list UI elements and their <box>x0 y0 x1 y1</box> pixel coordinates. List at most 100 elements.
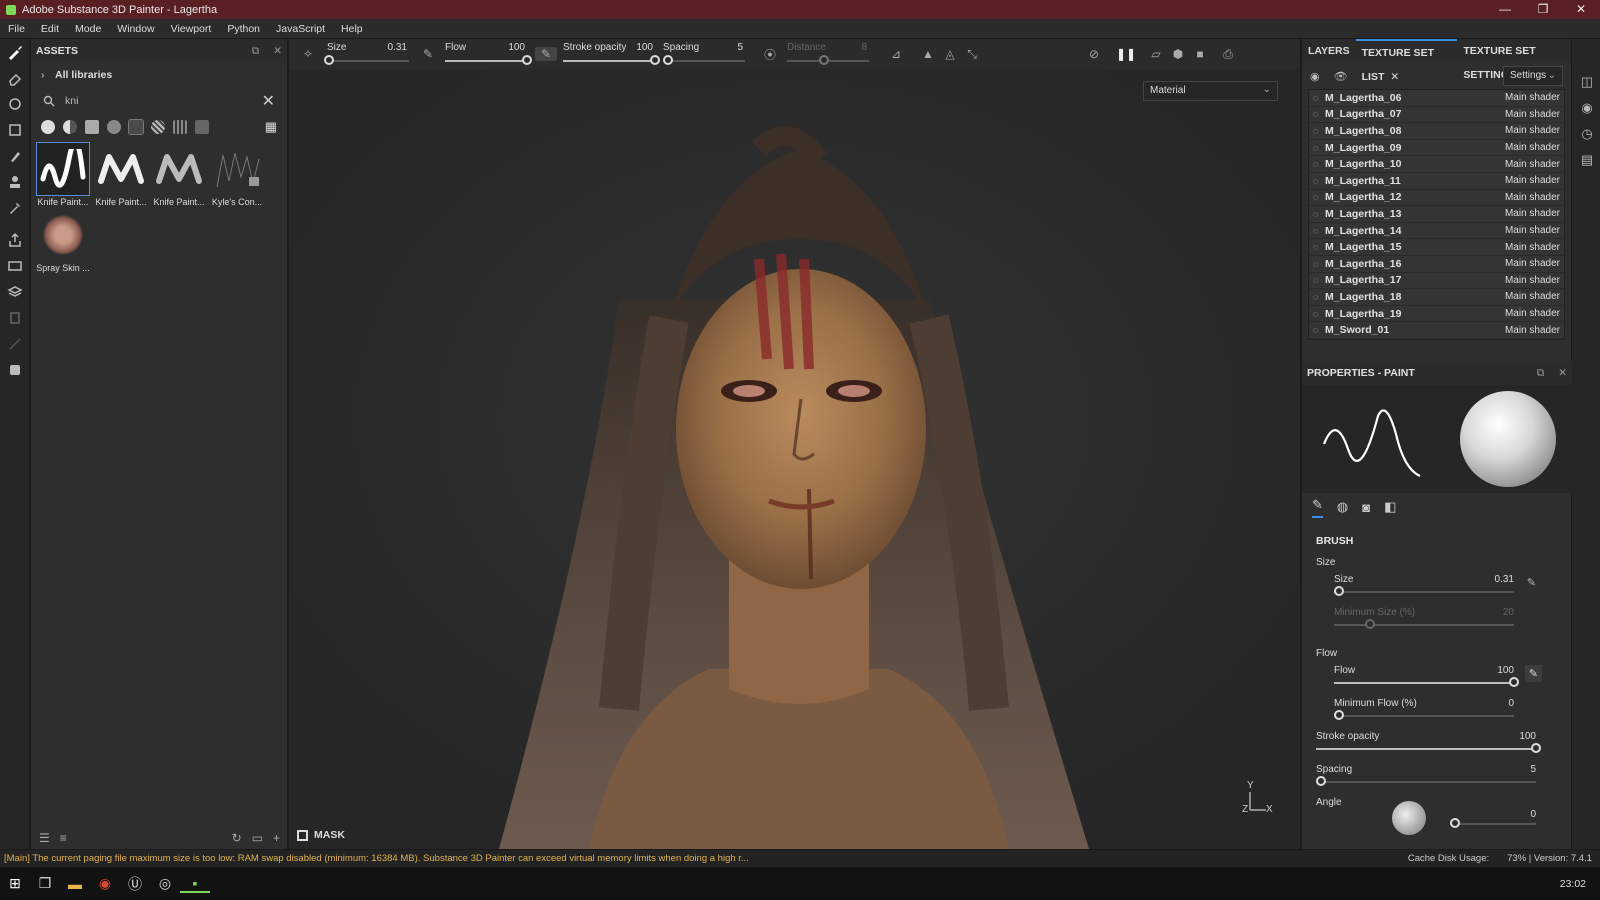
texture-set-row[interactable]: ◌ M_Lagertha_10 Main shader <box>1309 156 1564 173</box>
texture-set-row[interactable]: ◌ M_Lagertha_08 Main shader <box>1309 123 1564 140</box>
menu-viewport[interactable]: Viewport <box>163 23 220 35</box>
texture-set-row[interactable]: ◌ M_Lagertha_14 Main shader <box>1309 222 1564 240</box>
color-picker-tool-icon[interactable] <box>0 195 30 221</box>
visibility-eye-icon[interactable]: ◌ <box>1313 93 1325 103</box>
texture-set-row[interactable]: ◌ M_Lagertha_06 Main shader <box>1309 90 1564 107</box>
log-icon[interactable]: ▤ <box>1572 147 1600 173</box>
asset-thumb[interactable]: Kyle's Con... <box>209 143 265 207</box>
angle-icon[interactable]: ⊿ <box>885 47 907 61</box>
menu-javascript[interactable]: JavaScript <box>268 23 333 35</box>
smart-material-filter-icon[interactable] <box>63 120 77 134</box>
stroke-opacity-slider[interactable]: Stroke opacity 100 <box>563 39 660 69</box>
distance-slider[interactable]: Distance 8 <box>787 39 869 69</box>
visibility-eye-icon[interactable]: ◌ <box>1313 126 1325 136</box>
texture-set-shader[interactable]: Main shader <box>1505 225 1560 236</box>
brush-tab-icon[interactable]: ✎ <box>1312 497 1323 518</box>
texture-set-shader[interactable]: Main shader <box>1505 208 1560 219</box>
texture-set-row[interactable]: ◌ M_Lagertha_13 Main shader <box>1309 206 1564 223</box>
visibility-eye-icon[interactable]: ◌ <box>1313 209 1325 219</box>
menu-file[interactable]: File <box>0 23 33 35</box>
texture-set-row[interactable]: ◌ M_Lagertha_15 Main shader <box>1309 239 1564 256</box>
menu-window[interactable]: Window <box>109 23 162 35</box>
texture-set-row[interactable]: ◌ M_Lagertha_09 Main shader <box>1309 139 1564 157</box>
smart-mask-filter-icon[interactable] <box>85 120 99 134</box>
texture-set-shader[interactable]: Main shader <box>1505 159 1560 170</box>
alpha-tab-icon[interactable]: ◍ <box>1337 499 1348 515</box>
asset-thumb[interactable]: Knife Paint... <box>151 143 207 207</box>
asset-thumb[interactable]: Knife Paint... <box>93 143 149 207</box>
visibility-eye-icon[interactable]: ◌ <box>1313 192 1325 202</box>
visibility-eye-icon[interactable]: ◌ <box>1313 292 1325 302</box>
viewport-3d[interactable]: Material ⌄ MASK Y Z X <box>289 69 1300 849</box>
texture-set-shader[interactable]: Main shader <box>1505 175 1560 186</box>
asset-search-input[interactable]: kni ✕ <box>37 91 281 111</box>
flow-slider[interactable]: Flow 100 <box>445 39 532 69</box>
minimum-flow-slider[interactable]: Minimum Flow (%) 0 <box>1334 698 1514 731</box>
menu-edit[interactable]: Edit <box>33 23 67 35</box>
texture-set-shader[interactable]: Main shader <box>1505 192 1560 203</box>
eye-icon[interactable]: 👁 <box>1334 70 1348 83</box>
texture-set-icon[interactable]: ◫ <box>1572 69 1600 95</box>
menu-python[interactable]: Python <box>219 23 268 35</box>
unreal-icon[interactable]: Ⓤ <box>120 874 150 894</box>
texture-set-row[interactable]: ◌ M_Lagertha_17 Main shader <box>1309 272 1564 290</box>
close-panel-icon[interactable]: ✕ <box>1558 367 1567 380</box>
angle-dial[interactable] <box>1392 801 1426 835</box>
angle-knob[interactable] <box>1450 818 1460 828</box>
smudge-tool-icon[interactable] <box>0 143 30 169</box>
close-button[interactable]: ✕ <box>1562 0 1600 19</box>
add-icon[interactable]: + <box>273 831 280 845</box>
substance-painter-icon[interactable]: ▪ <box>180 875 210 893</box>
brush-filter-icon[interactable] <box>128 119 144 135</box>
visibility-eye-icon[interactable]: ◌ <box>1313 259 1325 269</box>
material-tab-icon[interactable]: ◧ <box>1384 499 1396 515</box>
visibility-eye-icon[interactable]: ◌ <box>1313 309 1325 319</box>
display-settings-icon[interactable] <box>0 305 30 331</box>
texture-filter-icon[interactable] <box>173 120 187 134</box>
tab-layers[interactable]: LAYERS <box>1302 39 1356 63</box>
flow-pressure-icon[interactable]: ✎ <box>535 47 557 61</box>
visibility-eye-icon[interactable]: ◌ <box>1313 325 1325 335</box>
visibility-eye-icon[interactable]: ◌ <box>1313 109 1325 119</box>
undock-icon[interactable]: ⧉ <box>1537 367 1545 380</box>
file-explorer-icon[interactable]: ▬ <box>60 876 90 892</box>
undock-icon[interactable]: ⧉ <box>252 45 260 58</box>
brush-spacing-slider[interactable]: Spacing 5 <box>1316 764 1536 797</box>
transform-gizmo-icon[interactable]: ⤡ <box>961 47 983 62</box>
polygon-fill-tool-icon[interactable] <box>0 117 30 143</box>
lazy-mouse-icon[interactable]: ⦿ <box>759 46 781 63</box>
texture-set-shader[interactable]: Main shader <box>1505 325 1560 336</box>
visibility-eye-icon[interactable]: ◌ <box>1313 159 1325 169</box>
texture-set-row[interactable]: ◌ M_Sword_01 Main shader <box>1309 322 1564 339</box>
filter-effect-icon[interactable] <box>107 120 121 134</box>
clone-tool-icon[interactable] <box>0 169 30 195</box>
texture-set-shader[interactable]: Main shader <box>1505 125 1560 136</box>
tab-texture-set-settings[interactable]: TEXTURE SET SETTINGS <box>1457 39 1571 81</box>
hide-icon[interactable]: ⊘ <box>1083 47 1105 61</box>
brush-angle-control[interactable]: Angle 0 <box>1316 797 1536 837</box>
3d-view-icon[interactable]: ⬢ <box>1167 47 1189 61</box>
asset-thumb[interactable]: Knife Paint... <box>35 142 91 207</box>
display-settings-icon[interactable]: ◉ <box>1572 95 1600 121</box>
history-icon[interactable]: ◷ <box>1572 121 1600 147</box>
settings-dropdown[interactable]: Settings ⌄ <box>1503 66 1563 86</box>
filter-list-icon[interactable]: ≡ <box>60 831 67 845</box>
visibility-eye-icon[interactable]: ◌ <box>1313 226 1325 236</box>
alpha-filter-icon[interactable] <box>151 120 165 134</box>
texture-set-shader[interactable]: Main shader <box>1505 258 1560 269</box>
brush-size-slider[interactable]: Size 0.31 <box>1334 574 1514 607</box>
transform-icon[interactable] <box>0 331 30 357</box>
spacing-slider[interactable]: Spacing 5 <box>663 39 745 69</box>
brush-preset-icon[interactable]: ✧ <box>297 47 319 61</box>
libraries-breadcrumb[interactable]: › All libraries <box>31 63 287 87</box>
list-view-icon[interactable]: ☰ <box>39 831 50 845</box>
bake-icon[interactable] <box>0 253 30 279</box>
texture-set-shader[interactable]: Main shader <box>1505 92 1560 103</box>
camera-icon[interactable]: ■ <box>1189 47 1211 61</box>
pause-icon[interactable]: ❚❚ <box>1115 47 1137 61</box>
viewport-mode-select[interactable]: Material ⌄ <box>1143 81 1278 101</box>
size-pressure-icon[interactable]: ✎ <box>1527 576 1536 589</box>
minimize-button[interactable]: — <box>1486 0 1524 19</box>
close-panel-icon[interactable]: ✕ <box>273 45 282 58</box>
tab-texture-set-list[interactable]: TEXTURE SET LIST ✕ <box>1355 39 1458 83</box>
